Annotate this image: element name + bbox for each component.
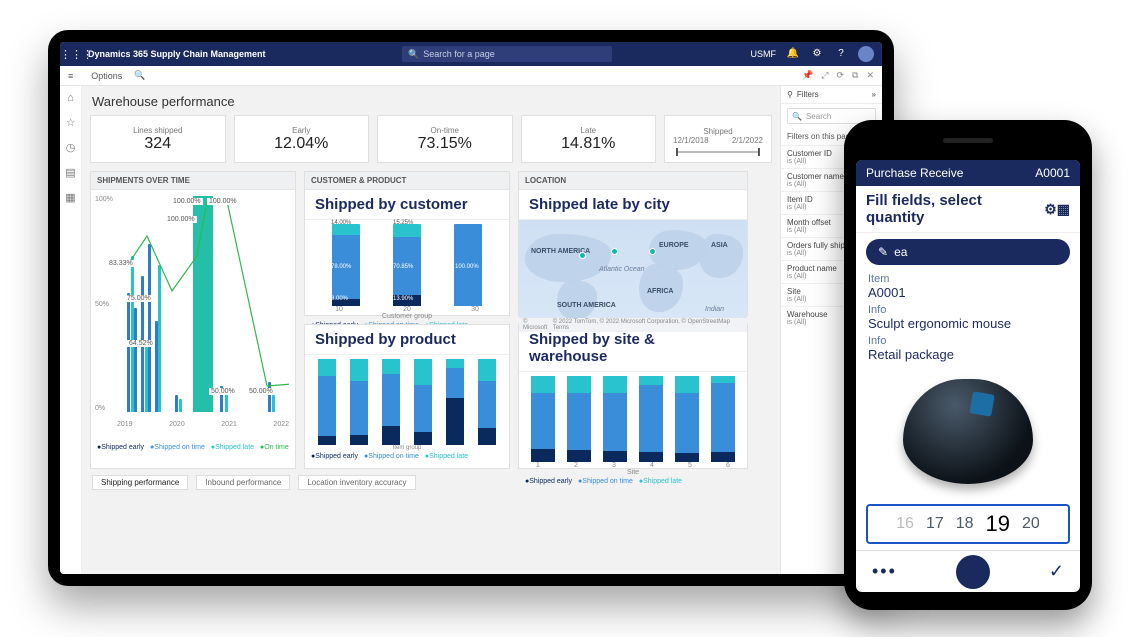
rail-list-icon[interactable]: ▤ xyxy=(65,166,75,179)
map-point[interactable] xyxy=(611,248,618,255)
nav-icon[interactable]: ⤢ xyxy=(821,70,828,81)
tab-location-accuracy[interactable]: Location inventory accuracy xyxy=(298,475,415,490)
panel-customer-product: CUSTOMER & PRODUCT Shipped by customer xyxy=(304,171,510,316)
gear-icon[interactable]: ⚙ xyxy=(810,47,824,61)
bell-icon[interactable]: 🔔 xyxy=(786,47,800,61)
phone-frame: Purchase Receive A0001 Fill fields, sele… xyxy=(844,120,1092,610)
sot-plot[interactable]: 100%50%0% xyxy=(91,190,295,442)
menu-toggle[interactable]: ≡ xyxy=(68,71,73,81)
site-warehouse-bars[interactable] xyxy=(519,372,747,462)
options-button[interactable]: Options xyxy=(91,71,122,81)
phone-header-title: Purchase Receive xyxy=(866,166,963,180)
company-code[interactable]: USMF xyxy=(751,47,777,61)
phone-screen: Purchase Receive A0001 Fill fields, sele… xyxy=(856,160,1080,592)
panel-shipped-by-product: Shipped by product Item group xyxy=(304,324,510,469)
shipped-by-product-bars[interactable] xyxy=(305,355,509,445)
speaker xyxy=(943,138,993,143)
tab-inbound[interactable]: Inbound performance xyxy=(196,475,290,490)
charts-grid: SHIPMENTS OVER TIME 100%50%0% xyxy=(90,171,772,469)
waffle-icon[interactable]: ⋮⋮⋮ xyxy=(60,48,82,61)
page-title: Warehouse performance xyxy=(92,94,772,109)
kpi-lines-shipped: Lines shipped 324 xyxy=(90,115,226,163)
date-range-card[interactable]: Shipped 12/1/2018 2/1/2022 xyxy=(664,115,772,163)
primary-action-button[interactable] xyxy=(956,555,990,589)
app-header: ⋮⋮⋮ Dynamics 365 Supply Chain Management… xyxy=(60,42,882,66)
kpi-late: Late 14.81% xyxy=(521,115,657,163)
search-icon: 🔍 xyxy=(792,112,802,121)
edit-icon: ✎ xyxy=(878,245,888,259)
mouse-image xyxy=(903,379,1033,484)
phone-header: Purchase Receive A0001 xyxy=(856,160,1080,186)
panel-shipments-over-time: SHIPMENTS OVER TIME 100%50%0% xyxy=(90,171,296,469)
nav-rail: ⌂ ☆ ◷ ▤ ▦ xyxy=(60,86,82,574)
quantity-stepper[interactable]: 16 17 18 19 20 xyxy=(866,504,1070,544)
tab-shipping[interactable]: Shipping performance xyxy=(92,475,188,490)
phone-subtitle-row: Fill fields, select quantity ⚙▦ xyxy=(856,186,1080,233)
phone-footer: ••• ✓ xyxy=(856,550,1080,592)
filters-title: Filters xyxy=(797,90,872,99)
product-image xyxy=(856,364,1080,498)
world-map[interactable]: NORTH AMERICA SOUTH AMERICA EUROPE AFRIC… xyxy=(519,220,747,332)
avatar[interactable] xyxy=(858,46,874,62)
map-point[interactable] xyxy=(649,248,656,255)
kpi-ontime: On-time 73.15% xyxy=(377,115,513,163)
shipped-by-customer-bars[interactable]: 8.00% 78.00% 14.00% 13.90% 70.85% 15.25%… xyxy=(305,220,509,306)
kpi-early: Early 12.04% xyxy=(234,115,370,163)
app-title: Dynamics 365 Supply Chain Management xyxy=(82,49,272,59)
sub-toolbar: ≡ Options 🔍 📌 ⤢ ⟳ ⧉ ✕ xyxy=(60,66,882,86)
panel-site-warehouse: Shipped by site & warehouse 123456 Site xyxy=(518,324,748,469)
map-point[interactable] xyxy=(579,252,586,259)
date-to: 2/1/2022 xyxy=(732,136,763,145)
collapse-filters-icon[interactable]: » xyxy=(872,90,876,99)
panel-location: LOCATION Shipped late by city NORTH AMER… xyxy=(518,171,748,316)
date-from: 12/1/2018 xyxy=(673,136,709,145)
confirm-button[interactable]: ✓ xyxy=(1049,561,1064,582)
dashboard-main: Warehouse performance Lines shipped 324 … xyxy=(82,86,780,574)
rail-home-icon[interactable]: ⌂ xyxy=(67,92,74,104)
more-button[interactable]: ••• xyxy=(872,561,897,582)
rail-modules-icon[interactable]: ▦ xyxy=(65,191,75,204)
phone-header-code: A0001 xyxy=(1035,166,1070,180)
tablet-frame: ⋮⋮⋮ Dynamics 365 Supply Chain Management… xyxy=(48,30,894,586)
tablet-screen: ⋮⋮⋮ Dynamics 365 Supply Chain Management… xyxy=(60,42,882,574)
close-icon[interactable]: ✕ xyxy=(866,70,874,81)
pin-icon[interactable]: 📌 xyxy=(802,70,813,81)
kpi-row: Lines shipped 324 Early 12.04% On-time 7… xyxy=(90,115,772,163)
date-slider[interactable] xyxy=(676,151,761,153)
refresh-icon[interactable]: ⟳ xyxy=(836,70,844,81)
help-icon[interactable]: ? xyxy=(834,47,848,61)
filter-icon: ⚲ xyxy=(787,90,793,99)
search-placeholder: Search for a page xyxy=(423,49,495,59)
rail-clock-icon[interactable]: ◷ xyxy=(66,141,76,154)
gear-box-icon[interactable]: ⚙▦ xyxy=(1044,201,1070,218)
rail-star-icon[interactable]: ☆ xyxy=(66,116,76,129)
search-icon: 🔍 xyxy=(408,49,419,60)
page-search-icon[interactable]: 🔍 xyxy=(134,70,145,81)
popout-icon[interactable]: ⧉ xyxy=(852,70,858,81)
unit-chip[interactable]: ✎ ea xyxy=(866,239,1070,265)
search-input[interactable]: 🔍 Search for a page xyxy=(402,46,612,62)
